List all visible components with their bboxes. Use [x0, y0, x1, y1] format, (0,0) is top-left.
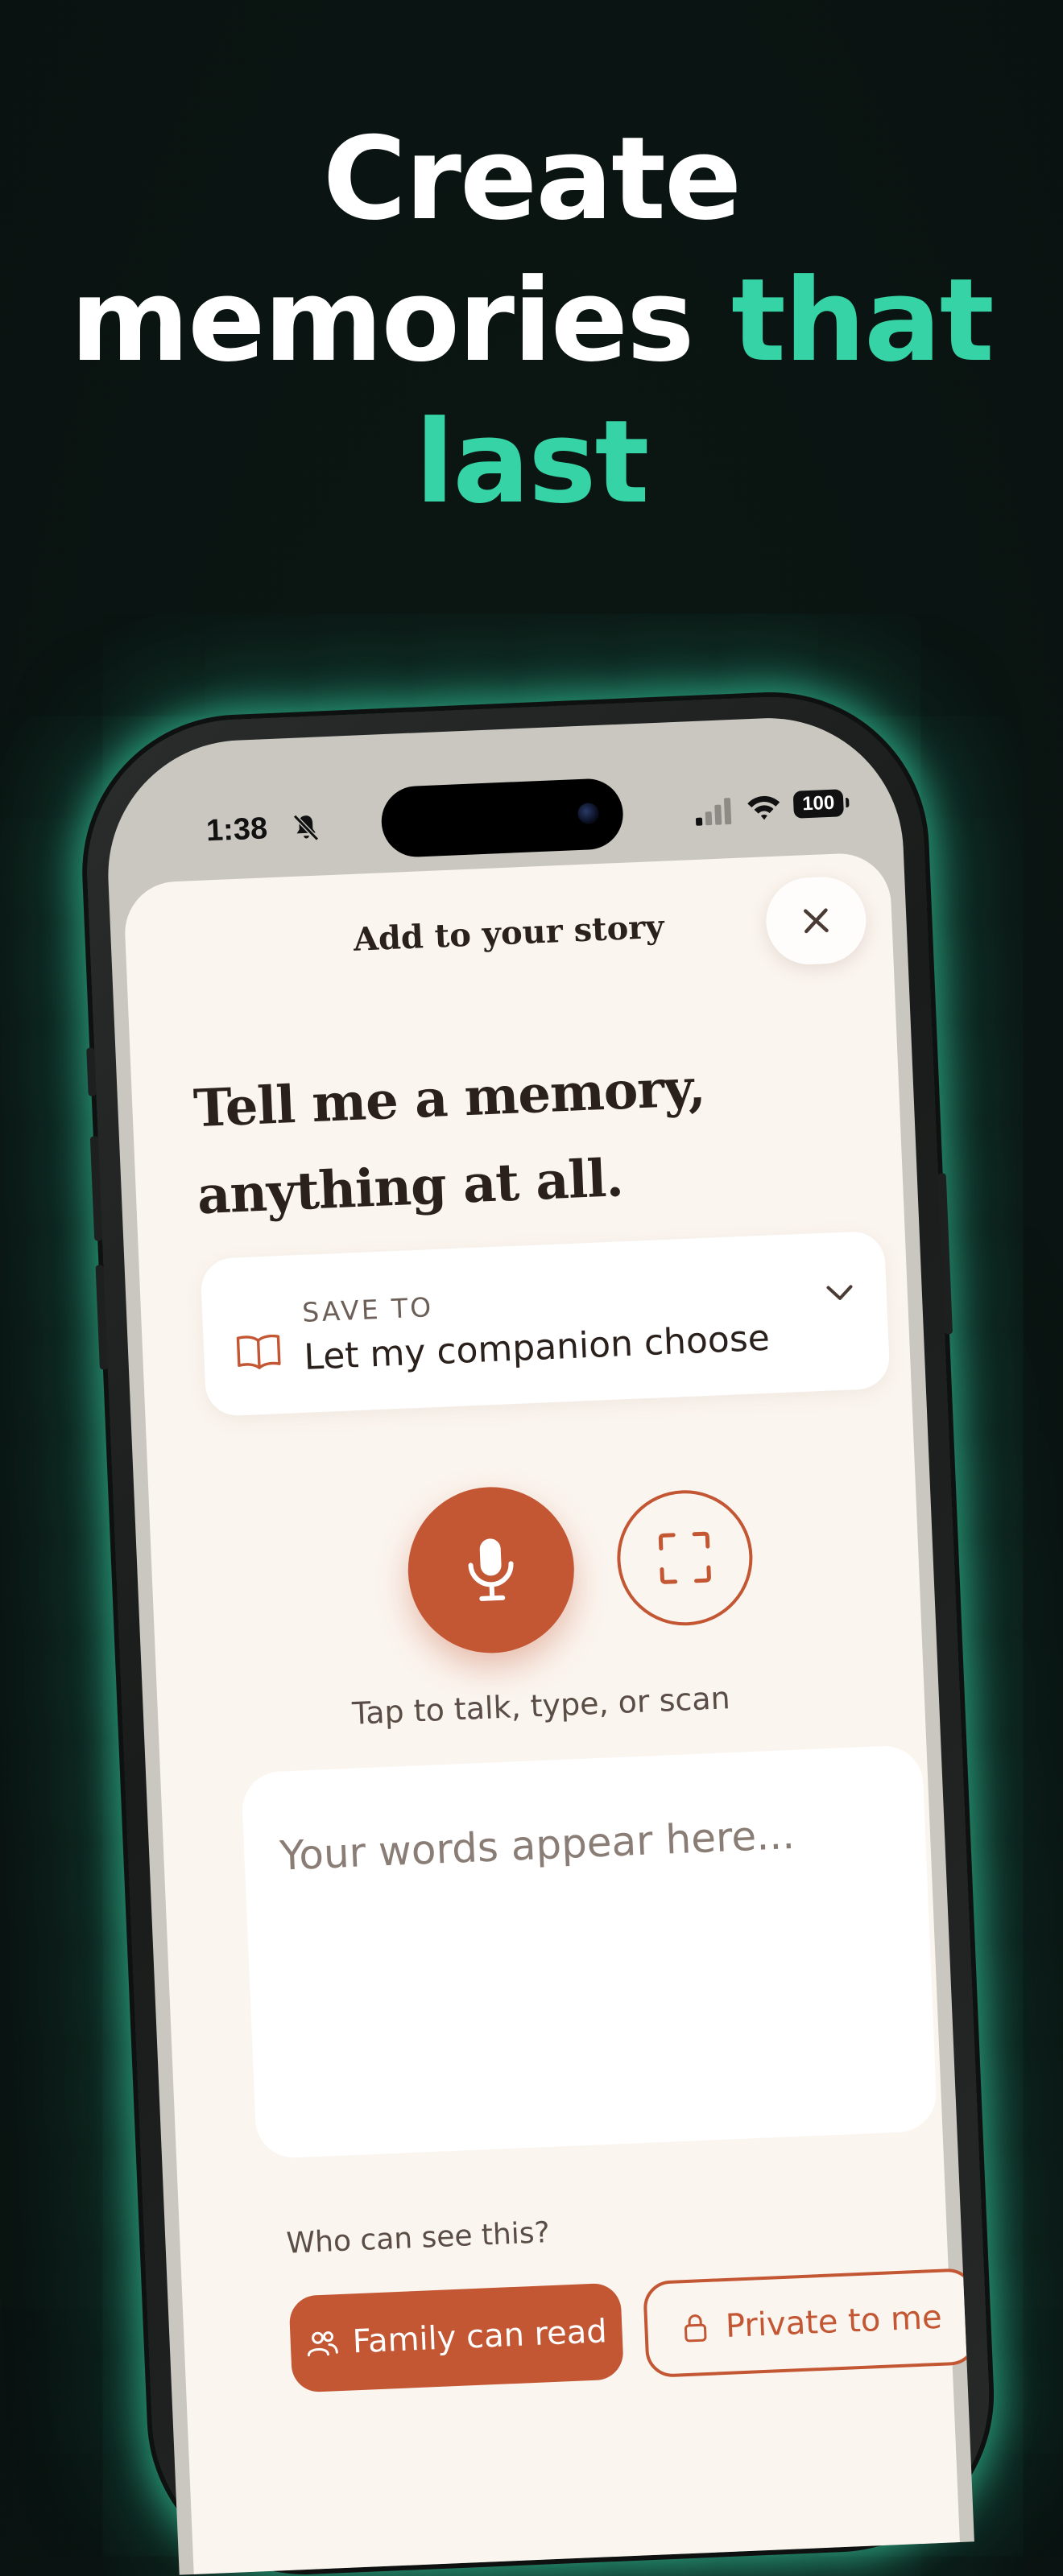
add-story-sheet: Add to your story Tell me a memory, anyt…: [122, 851, 974, 2574]
dynamic-island: [379, 777, 625, 859]
status-time: 1:38: [205, 811, 268, 848]
battery-indicator: 100: [792, 789, 844, 819]
scan-frame-icon: [658, 1531, 711, 1584]
private-to-me-option[interactable]: Private to me: [642, 2268, 974, 2379]
headline: Create memories that last: [0, 109, 1063, 534]
signal-icon: [695, 798, 732, 826]
headline-line-1: Create: [322, 113, 742, 246]
chevron-down-icon: [826, 1285, 853, 1300]
headline-line-2: memories that: [0, 250, 1063, 392]
bell-slash-icon: [293, 814, 319, 841]
record-voice-button[interactable]: [404, 1484, 578, 1657]
family-can-read-option[interactable]: Family can read: [288, 2282, 625, 2393]
family-can-read-label: Family can read: [351, 2313, 608, 2361]
book-icon: [236, 1334, 281, 1369]
save-to-label: SAVE TO: [301, 1291, 434, 1328]
phone-screen: 1:38 100 Add to your story Tell me a mem…: [102, 712, 974, 2575]
close-button[interactable]: [764, 875, 868, 967]
memory-prompt: Tell me a memory, anything at all.: [192, 1039, 842, 1240]
headline-line-3: last: [415, 396, 650, 529]
scan-button[interactable]: [614, 1487, 755, 1629]
lock-icon: [684, 2314, 707, 2343]
close-icon: [803, 908, 829, 934]
camera-dot: [577, 802, 600, 825]
headline-word-that: that: [731, 254, 995, 387]
save-to-value: Let my companion choose: [303, 1317, 771, 1378]
microphone-icon: [468, 1538, 514, 1601]
private-to-me-label: Private to me: [725, 2298, 943, 2345]
save-to-dropdown[interactable]: SAVE TO Let my companion choose: [200, 1230, 891, 1417]
headline-word-memories: memories: [70, 254, 694, 387]
memory-text-input[interactable]: Your words appear here...: [241, 1744, 938, 2160]
phone-mockup: 1:38 100 Add to your story Tell me a mem…: [81, 691, 995, 2576]
wifi-icon: [747, 795, 780, 820]
memory-text-placeholder: Your words appear here...: [279, 1810, 796, 1880]
visibility-label: Who can see this?: [285, 2216, 551, 2260]
input-hint: Tap to talk, type, or scan: [351, 1680, 731, 1732]
people-icon: [307, 2331, 338, 2357]
